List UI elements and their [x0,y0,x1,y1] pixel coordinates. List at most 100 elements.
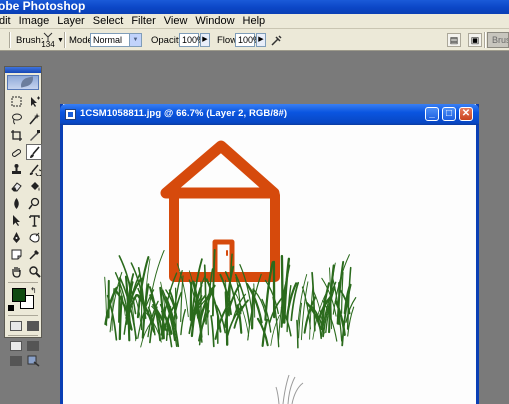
options-bar: Brush: 134 ▼ Mode: Normal ▼ Opacity: 100… [0,29,509,51]
paint-bucket-tool[interactable] [26,178,42,194]
file-browser-button[interactable]: ▤ [447,33,461,47]
hand-tool[interactable] [8,263,24,279]
document-canvas[interactable] [63,125,476,404]
grass-blade [180,309,186,336]
options-separator [9,32,11,48]
menu-edit[interactable]: dit [0,14,15,28]
menu-view[interactable]: View [160,14,192,28]
foreground-color-swatch[interactable] [12,288,26,302]
paint-bucket-icon [30,181,39,191]
clone-stamp-icon [11,163,21,174]
menu-layer[interactable]: Layer [53,14,89,28]
close-button[interactable]: ✕ [459,107,473,121]
feather-logo-icon [19,76,35,88]
crop-tool[interactable] [8,127,24,143]
shape-icon [28,232,40,243]
clone-stamp-tool[interactable] [8,161,24,177]
document-title-bar[interactable]: 1CSM1058811.jpg @ 66.7% (Layer 2, RGB/8#… [60,104,479,125]
notes-tool[interactable] [8,246,24,262]
menu-window[interactable]: Window [191,14,238,28]
opacity-input[interactable]: 100% [179,33,205,47]
house-walls [169,190,280,282]
mode-value: Normal [93,35,123,45]
full-screen-menu-button[interactable] [26,339,42,352]
type-tool[interactable] [26,212,42,228]
brush-dropdown-arrow-icon[interactable]: ▼ [57,29,64,51]
menu-image[interactable]: Image [15,14,54,28]
menu-help[interactable]: Help [239,14,270,28]
hand-icon [11,266,21,278]
lasso-tool[interactable] [8,110,24,126]
standard-mode-button[interactable] [8,319,24,332]
toolbox-title-bar[interactable] [5,67,41,73]
airbrush-button[interactable] [270,29,284,51]
canvas-artwork [104,140,357,404]
slice-tool[interactable] [26,127,42,143]
minimize-button[interactable]: _ [425,107,439,121]
full-screen-button[interactable] [8,354,24,367]
zoom-icon [28,265,41,278]
magic-wand-icon [28,112,40,124]
full-screen-icon [27,340,40,351]
full-screen-black-icon [9,355,22,366]
shape-tool[interactable] [26,229,42,245]
palette-icon: ▣ [470,35,480,45]
house-roof [160,140,280,199]
toolbox-divider [8,335,38,336]
maximize-icon: □ [445,108,453,119]
standard-screen-icon [9,340,22,351]
toggle-palettes-button[interactable]: ▣ [468,33,482,47]
menu-bar: dit Image Layer Select Filter View Windo… [0,14,509,29]
default-colors-icon[interactable] [8,305,14,311]
swap-colors-icon[interactable]: ↰ [30,286,37,295]
notes-icon [11,249,21,259]
brush-tool[interactable] [26,144,42,160]
document-title: 1CSM1058811.jpg @ 66.7% (Layer 2, RGB/8#… [80,108,288,119]
brush-picker[interactable]: 134 [40,29,56,51]
mode-select[interactable]: Normal ▼ [90,33,142,47]
options-separator [64,32,66,48]
grass-blade [280,254,284,324]
grass-sketch [275,374,304,404]
color-swatches: ↰ [8,286,38,312]
quick-mask-button[interactable] [26,319,42,332]
palette-well-brushes-tab[interactable]: Brush [487,32,509,48]
window-right-border [476,125,479,404]
eyedropper-tool[interactable] [26,246,42,262]
menu-select[interactable]: Select [89,14,128,28]
marquee-icon [11,96,21,106]
document-icon [65,109,76,120]
blur-tool[interactable] [8,195,24,211]
slice-icon [29,129,40,141]
move-icon [30,96,40,107]
history-brush-tool[interactable] [26,161,42,177]
crop-icon [10,129,22,141]
grass-blade [140,277,143,331]
jump-to-imageready-button[interactable] [26,354,42,367]
grass-blade [210,315,215,348]
marquee-tool[interactable] [8,93,24,109]
grass-blade [309,285,314,340]
flow-input[interactable]: 100% [235,33,261,47]
standard-screen-button[interactable] [8,339,24,352]
pen-icon [12,231,20,243]
app-title: obe Photoshop [0,0,86,13]
eraser-tool[interactable] [8,178,24,194]
maximize-button[interactable]: □ [442,107,456,121]
opacity-slider-arrow-icon[interactable]: ▶ [200,33,210,47]
healing-brush-tool[interactable] [8,144,24,160]
history-brush-icon [29,164,41,176]
document-window: 1CSM1058811.jpg @ 66.7% (Layer 2, RGB/8#… [60,104,479,404]
path-selection-tool[interactable] [8,212,24,228]
pen-tool[interactable] [8,229,24,245]
path-selection-icon [12,214,20,226]
adobe-online-button[interactable] [7,75,39,90]
flow-slider-arrow-icon[interactable]: ▶ [256,33,266,47]
move-tool[interactable] [26,93,42,109]
magic-wand-tool[interactable] [26,110,42,126]
dodge-tool[interactable] [26,195,42,211]
zoom-tool[interactable] [26,263,42,279]
app-title-bar: obe Photoshop [0,0,509,14]
menu-filter[interactable]: Filter [127,14,159,28]
toolbox: ↰ [4,66,42,367]
